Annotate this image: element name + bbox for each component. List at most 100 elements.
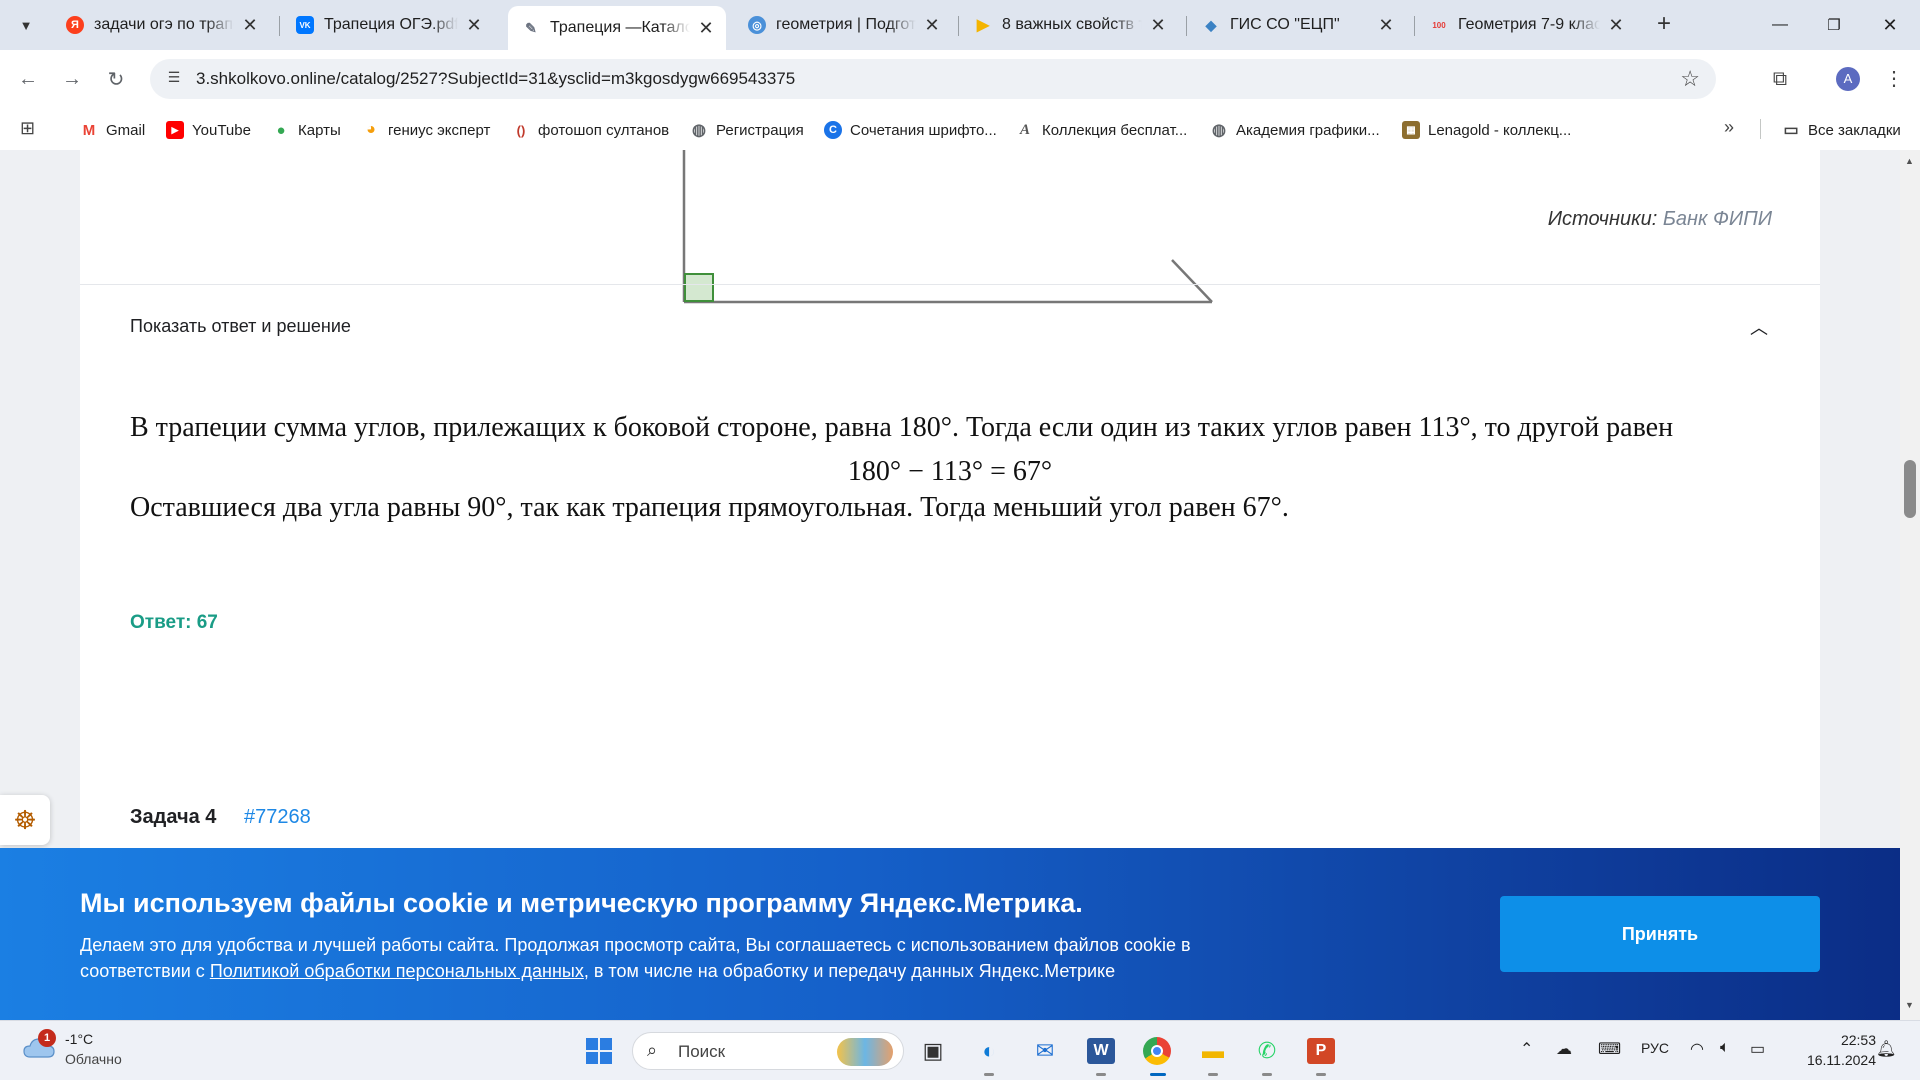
tab-trapezoid-properties[interactable]: ▶ 8 важных свойств трапеции ✕ <box>960 7 1178 43</box>
yandex-icon: Я <box>66 16 84 34</box>
vk-icon: VK <box>296 16 314 34</box>
sources-line: Источники: Банк ФИПИ <box>1547 208 1772 230</box>
edge-browser-icon[interactable]: ◐ <box>970 1032 1008 1076</box>
more-bookmarks-chevron-icon[interactable]: » <box>1724 117 1734 138</box>
bookmarks-divider <box>1760 119 1761 139</box>
show-answer-toggle[interactable]: Показать ответ и решение <box>130 316 351 337</box>
bookmark-graphics-academy[interactable]: ◍ Академия графики... <box>1210 119 1380 141</box>
bookmark-photoshop[interactable]: () фотошоп султанов <box>512 119 669 141</box>
search-highlight-art <box>837 1038 893 1066</box>
weather-temperature[interactable]: -1°C <box>65 1031 93 1047</box>
show-hidden-icons-chevron-icon[interactable]: ⌃ <box>1520 1039 1533 1059</box>
battery-icon[interactable]: ▭ <box>1750 1039 1765 1059</box>
photoshop-icon: () <box>516 122 526 138</box>
bookmark-maps[interactable]: ● Карты <box>272 119 340 141</box>
minimize-icon[interactable]: — <box>1752 0 1808 50</box>
forward-arrow-icon[interactable]: → <box>56 63 88 95</box>
privacy-policy-link[interactable]: Политикой обработки персональных данных <box>210 961 584 981</box>
url-text[interactable]: 3.shkolkovo.online/catalog/2527?SubjectI… <box>196 69 795 89</box>
windows-taskbar: 1 -1°C Облачно ⌕ Поиск ▣ ◐ ✉ W ▬ ✆ P ⌃ ☁… <box>0 1020 1920 1080</box>
bookmark-font-collection[interactable]: A Коллекция бесплат... <box>1016 119 1187 141</box>
sources-link[interactable]: Банк ФИПИ <box>1663 208 1772 230</box>
card-divider <box>80 284 1820 285</box>
browser-toolbar: ← → ↻ ☰ 3.shkolkovo.online/catalog/2527?… <box>0 50 1920 108</box>
solution-text: В трапеции сумма углов, прилежащих к бок… <box>130 410 1770 526</box>
all-bookmarks-folder[interactable]: ▭ Все закладки <box>1782 119 1900 141</box>
close-window-icon[interactable]: ✕ <box>1862 0 1918 50</box>
clock-time[interactable]: 22:53 <box>1830 1032 1876 1048</box>
solution-paragraph-2: Оставшиеся два угла равны 90°, так как т… <box>130 492 1289 523</box>
chevron-up-icon[interactable]: ︿ <box>1750 314 1768 340</box>
close-tab-icon[interactable]: ✕ <box>922 15 942 35</box>
bookmark-lenagold[interactable]: ▦ Lenagold - коллекц... <box>1402 119 1571 141</box>
mail-icon[interactable]: ✉ <box>1026 1032 1064 1070</box>
tab-geometry-7-9[interactable]: 100 Геометрия 7-9 класс ✕ <box>1416 7 1636 43</box>
close-tab-icon[interactable]: ✕ <box>1606 15 1626 35</box>
bookmark-registration[interactable]: ◍ Регистрация <box>690 119 804 141</box>
tab-yandex-search[interactable]: Я задачи огэ по трапеции ✕ <box>52 7 270 43</box>
close-tab-icon[interactable]: ✕ <box>1376 15 1396 35</box>
genius-icon: ◕ <box>366 121 376 138</box>
tab-separator <box>958 16 959 36</box>
bookmark-youtube[interactable]: ▶ YouTube <box>166 119 251 141</box>
folder-icon: ▭ <box>1783 122 1799 139</box>
gmail-icon: M <box>82 121 96 139</box>
close-tab-icon[interactable]: ✕ <box>464 15 484 35</box>
cookie-text: Делаем это для удобства и лучшей работы … <box>80 935 1191 981</box>
site-settings-icon[interactable]: ☰ <box>164 69 184 89</box>
tab-pdf[interactable]: VK Трапеция ОГЭ.pdf ✕ <box>282 7 494 43</box>
apps-grid-icon[interactable]: ⊞ <box>20 118 42 140</box>
bookmark-genius[interactable]: ◕ гениус эксперт <box>362 119 490 141</box>
tab-catalog-active[interactable]: ✎ Трапеция —Каталог ✕ <box>508 6 726 50</box>
volume-icon[interactable]: 🔈︎ <box>1720 1039 1730 1057</box>
input-language[interactable]: РУС <box>1641 1040 1669 1056</box>
scroll-down-arrow-icon[interactable]: ▼ <box>1905 1000 1914 1010</box>
tab-separator <box>1186 16 1187 36</box>
page-scrollbar[interactable]: ▲ ▼ <box>1900 150 1920 1020</box>
weather-description[interactable]: Облачно <box>65 1051 122 1067</box>
new-tab-plus-icon[interactable]: + <box>1650 11 1678 39</box>
notifications-bell-icon[interactable]: 🔔︎ <box>1876 1039 1896 1059</box>
close-tab-icon[interactable]: ✕ <box>240 15 260 35</box>
onedrive-cloud-icon[interactable]: ☁ <box>1556 1039 1572 1059</box>
bookmark-star-icon[interactable]: ☆ <box>1680 66 1700 92</box>
whatsapp-icon[interactable]: ✆ <box>1248 1032 1286 1076</box>
browser-menu-icon[interactable]: ⋮ <box>1878 63 1910 95</box>
powerpoint-logo: P <box>1307 1038 1335 1064</box>
bookmark-gmail[interactable]: M Gmail <box>80 119 145 141</box>
gis-icon: ◆ <box>1205 16 1217 33</box>
bookmark-font-pairs[interactable]: C Сочетания шрифто... <box>824 119 997 141</box>
scrollbar-thumb[interactable] <box>1904 460 1916 518</box>
task-id-link[interactable]: #77268 <box>244 806 311 829</box>
powerpoint-icon[interactable]: P <box>1302 1032 1340 1076</box>
back-arrow-icon[interactable]: ← <box>12 63 44 95</box>
globe-icon: ◍ <box>692 122 706 139</box>
chrome-icon[interactable] <box>1138 1032 1176 1076</box>
shkolkovo-icon: ✎ <box>525 19 537 36</box>
solution-formula: 180° − 113° = 67° <box>847 456 1053 487</box>
tab-geometry-prep[interactable]: ◎ геометрия | Подготовка ✕ <box>734 7 952 43</box>
word-icon[interactable]: W <box>1082 1032 1120 1076</box>
task-view-icon[interactable]: ▣ <box>914 1032 952 1070</box>
extensions-puzzle-icon[interactable]: ⧉ <box>1764 63 1796 95</box>
close-tab-icon[interactable]: ✕ <box>1148 15 1168 35</box>
address-bar[interactable]: ☰ 3.shkolkovo.online/catalog/2527?Subjec… <box>150 59 1716 99</box>
taskbar-search[interactable]: ⌕ Поиск <box>632 1032 904 1070</box>
reload-icon[interactable]: ↻ <box>100 63 132 95</box>
fortune-wheel-icon[interactable]: ☸ <box>0 795 50 845</box>
tab-gis[interactable]: ◆ ГИС СО "ЕЦП" ✕ <box>1188 7 1406 43</box>
windows-logo-icon <box>586 1038 612 1064</box>
keyboard-icon[interactable]: ⌨ <box>1598 1039 1621 1059</box>
hundred-icon: 100 <box>1432 20 1446 30</box>
restore-icon[interactable]: ❐ <box>1806 0 1862 50</box>
accept-cookies-button[interactable]: Принять <box>1500 896 1820 972</box>
solution-paragraph-1: В трапеции сумма углов, прилежащих к бок… <box>130 412 1674 443</box>
file-explorer-icon[interactable]: ▬ <box>1194 1032 1232 1076</box>
scroll-up-arrow-icon[interactable]: ▲ <box>1905 156 1914 166</box>
close-tab-icon[interactable]: ✕ <box>696 18 716 38</box>
profile-avatar[interactable]: A <box>1836 67 1860 91</box>
clock-date[interactable]: 16.11.2024 <box>1793 1052 1876 1068</box>
tab-search-chevron-icon[interactable]: ▼ <box>12 11 40 39</box>
windows-start-icon[interactable] <box>580 1032 618 1070</box>
wifi-icon[interactable]: ◠ <box>1690 1039 1704 1059</box>
